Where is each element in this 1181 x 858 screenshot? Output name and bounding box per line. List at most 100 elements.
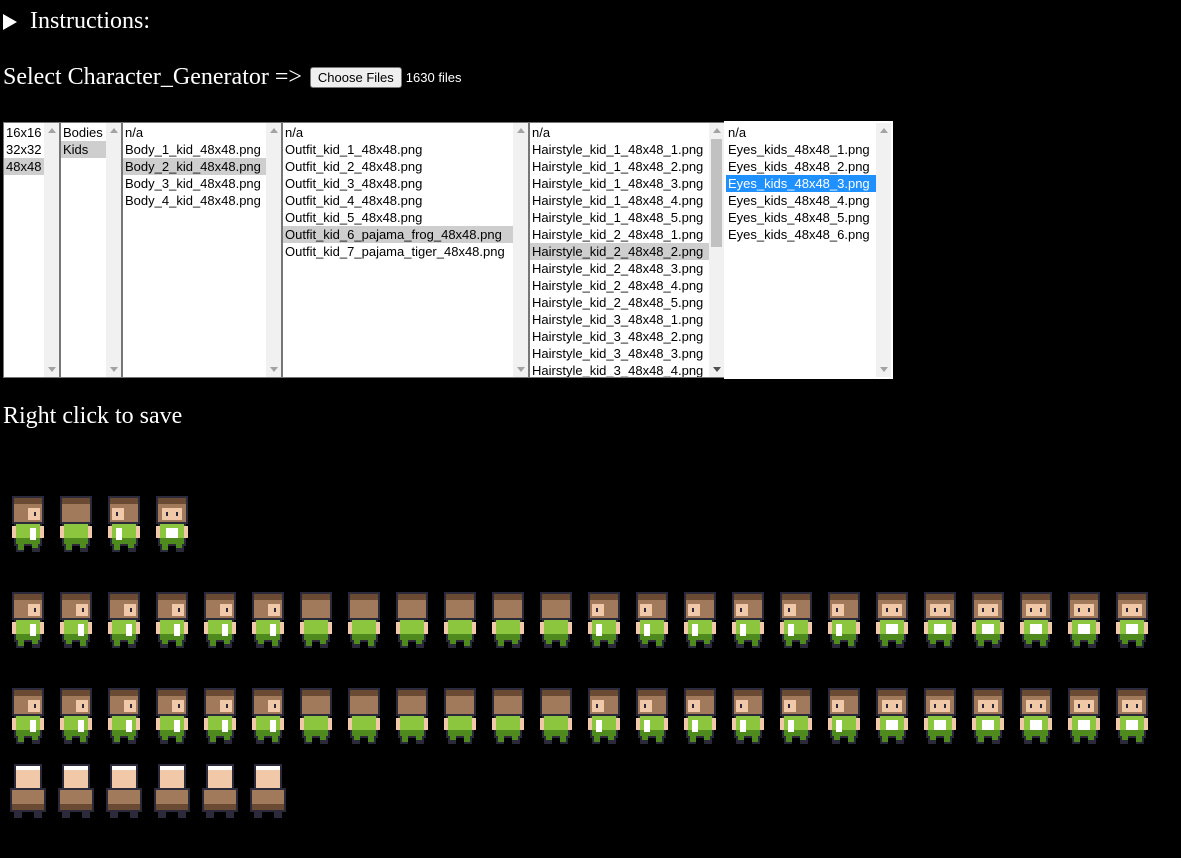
sprite-frame: [918, 684, 962, 746]
kid-sprite-right: [156, 592, 188, 648]
hairstyle-option[interactable]: Hairstyle_kid_1_48x48_1.png: [530, 141, 724, 158]
kid-sprite-sit: [154, 764, 190, 818]
scroll-up-icon: [270, 128, 278, 133]
sprite-frame: [1110, 588, 1154, 650]
kid-sprite-front: [1020, 592, 1052, 648]
hairstyle-option[interactable]: Hairstyle_kid_2_48x48_4.png: [530, 277, 724, 294]
hairstyle-option[interactable]: Hairstyle_kid_2_48x48_2.png: [530, 243, 724, 260]
outfit-option[interactable]: Outfit_kid_1_48x48.png: [283, 141, 528, 158]
sprite-frame: [1110, 684, 1154, 746]
hairstyle-option[interactable]: Hairstyle_kid_1_48x48_2.png: [530, 158, 724, 175]
body-scrollbar[interactable]: [266, 123, 281, 377]
eyes-option[interactable]: Eyes_kids_48x48_5.png: [726, 209, 891, 226]
instructions-label: Instructions:: [30, 8, 150, 34]
body-listbox[interactable]: n/a Body_1_kid_48x48.png Body_2_kid_48x48.…: [122, 122, 282, 378]
kid-sprite-front: [972, 688, 1004, 744]
eyes-option[interactable]: n/a: [726, 124, 891, 141]
category-scrollbar[interactable]: [106, 123, 121, 377]
kid-sprite-back: [348, 592, 380, 648]
body-option[interactable]: Body_4_kid_48x48.png: [123, 192, 281, 209]
sprite-frame: [102, 684, 146, 746]
kid-sprite-front: [1020, 688, 1052, 744]
eyes-option[interactable]: Eyes_kids_48x48_3.png: [726, 175, 891, 192]
kid-sprite-right: [12, 592, 44, 648]
kid-sprite-right: [108, 688, 140, 744]
outfit-listbox[interactable]: n/a Outfit_kid_1_48x48.png Outfit_kid_2_48…: [282, 122, 529, 378]
size-listbox[interactable]: 16x16 32x32 48x48: [3, 122, 60, 378]
body-option[interactable]: Body_3_kid_48x48.png: [123, 175, 281, 192]
sprite-frame: [198, 760, 242, 822]
sprite-frame: [390, 588, 434, 650]
hairstyle-option[interactable]: Hairstyle_kid_1_48x48_5.png: [530, 209, 724, 226]
kid-sprite-front: [156, 496, 188, 552]
hairstyle-option[interactable]: n/a: [530, 124, 724, 141]
body-option[interactable]: Body_1_kid_48x48.png: [123, 141, 281, 158]
scrollbar-thumb: [711, 139, 722, 247]
outfit-option[interactable]: Outfit_kid_2_48x48.png: [283, 158, 528, 175]
kid-sprite-front: [876, 688, 908, 744]
eyes-scrollbar[interactable]: [876, 123, 891, 377]
eyes-listbox[interactable]: n/a Eyes_kids_48x48_1.png Eyes_kids_48x48_…: [724, 121, 893, 379]
body-option[interactable]: n/a: [123, 124, 281, 141]
hairstyle-option[interactable]: Hairstyle_kid_3_48x48_3.png: [530, 345, 724, 362]
hairstyle-listbox[interactable]: n/a Hairstyle_kid_1_48x48_1.png Hairstyle_…: [529, 122, 725, 378]
file-select-row: Select Character_Generator => Choose Fil…: [3, 64, 461, 91]
file-count-text: 1630 files: [405, 70, 462, 85]
outfit-option[interactable]: Outfit_kid_7_pajama_tiger_48x48.png: [283, 243, 528, 260]
kid-sprite-left: [636, 688, 668, 744]
kid-sprite-front: [1116, 688, 1148, 744]
category-listbox[interactable]: Bodies Kids: [60, 122, 122, 378]
kid-sprite-back: [60, 496, 92, 552]
kid-sprite-left: [588, 688, 620, 744]
hairstyle-option[interactable]: Hairstyle_kid_1_48x48_4.png: [530, 192, 724, 209]
kid-sprite-front: [1068, 688, 1100, 744]
kid-sprite-back: [540, 688, 572, 744]
outfit-options: n/a Outfit_kid_1_48x48.png Outfit_kid_2_48…: [283, 123, 528, 260]
eyes-option[interactable]: Eyes_kids_48x48_4.png: [726, 192, 891, 209]
hairstyle-option[interactable]: Hairstyle_kid_3_48x48_2.png: [530, 328, 724, 345]
sprite-frame: [246, 588, 290, 650]
outfit-option[interactable]: Outfit_kid_5_48x48.png: [283, 209, 528, 226]
hairstyle-option[interactable]: Hairstyle_kid_2_48x48_5.png: [530, 294, 724, 311]
hairstyle-option[interactable]: Hairstyle_kid_2_48x48_1.png: [530, 226, 724, 243]
sprite-frame: [486, 684, 530, 746]
outfit-scrollbar[interactable]: [513, 123, 528, 377]
kid-sprite-back: [396, 688, 428, 744]
sprite-frame: [54, 492, 98, 554]
hairstyle-option[interactable]: Hairstyle_kid_1_48x48_3.png: [530, 175, 724, 192]
sprite-frame: [246, 760, 290, 822]
sprite-frame: [1014, 684, 1058, 746]
sprite-frame: [102, 588, 146, 650]
sprite-frame: [342, 684, 386, 746]
kid-sprite-right: [60, 688, 92, 744]
choose-files-button[interactable]: Choose Files: [309, 67, 402, 88]
outfit-option[interactable]: n/a: [283, 124, 528, 141]
scroll-down-icon: [110, 367, 118, 372]
outfit-option[interactable]: Outfit_kid_3_48x48.png: [283, 175, 528, 192]
sprite-frame: [438, 684, 482, 746]
kid-sprite-sit: [10, 764, 46, 818]
sprite-frame: [534, 588, 578, 650]
kid-sprite-front: [972, 592, 1004, 648]
sprite-frame: [6, 760, 50, 822]
kid-sprite-sit: [202, 764, 238, 818]
eyes-option[interactable]: Eyes_kids_48x48_1.png: [726, 141, 891, 158]
sprite-frame: [774, 588, 818, 650]
eyes-option[interactable]: Eyes_kids_48x48_2.png: [726, 158, 891, 175]
hairstyle-scrollbar[interactable]: [709, 123, 724, 377]
sprite-frame: [774, 684, 818, 746]
body-option[interactable]: Body_2_kid_48x48.png: [123, 158, 281, 175]
sprite-frame: [102, 492, 146, 554]
hairstyle-option[interactable]: Hairstyle_kid_3_48x48_1.png: [530, 311, 724, 328]
eyes-option[interactable]: Eyes_kids_48x48_6.png: [726, 226, 891, 243]
kid-sprite-right: [252, 688, 284, 744]
sprite-frame: [534, 684, 578, 746]
outfit-option[interactable]: Outfit_kid_6_pajama_frog_48x48.png: [283, 226, 528, 243]
outfit-option[interactable]: Outfit_kid_4_48x48.png: [283, 192, 528, 209]
size-scrollbar[interactable]: [44, 123, 59, 377]
kid-sprite-front: [924, 592, 956, 648]
sprite-frame: [630, 684, 674, 746]
instructions-toggle[interactable]: Instructions:: [3, 8, 150, 35]
hairstyle-option[interactable]: Hairstyle_kid_2_48x48_3.png: [530, 260, 724, 277]
hairstyle-option[interactable]: Hairstyle_kid_3_48x48_4.png: [530, 362, 724, 377]
